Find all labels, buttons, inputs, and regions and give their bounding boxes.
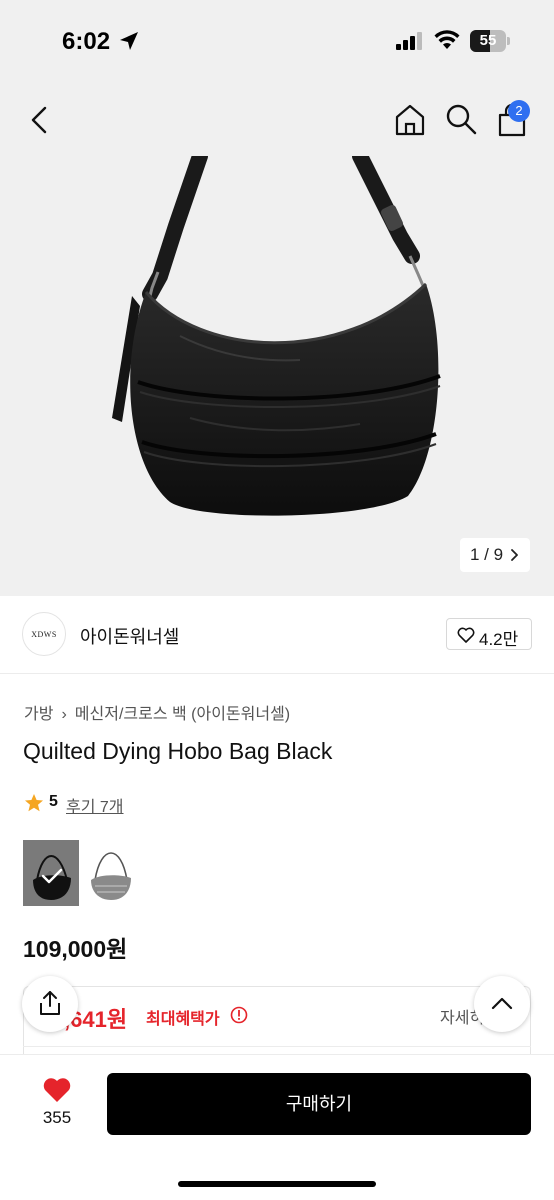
brand-like-button[interactable]: 4.2만 [446, 618, 532, 650]
wifi-icon [434, 30, 460, 49]
cart-count-badge: 2 [508, 100, 530, 122]
location-arrow-icon [120, 32, 138, 50]
color-option-gray[interactable] [83, 840, 139, 906]
brand-name[interactable]: 아이돈워너셀 [80, 623, 179, 649]
chevron-right-icon: › [61, 706, 67, 723]
wish-count: 355 [42, 1108, 72, 1127]
top-nav [0, 84, 554, 156]
product-title: Quilted Dying Hobo Bag Black [23, 738, 333, 764]
share-icon [40, 991, 60, 1015]
chevron-right-icon [511, 549, 518, 561]
battery-text: 55 [479, 32, 497, 49]
heart-outline-icon [457, 627, 475, 643]
gallery-page-indicator[interactable]: 1 / 9 [460, 538, 530, 572]
scroll-to-top-button[interactable] [474, 976, 530, 1032]
breadcrumb-category[interactable]: 가방 [24, 706, 53, 723]
battery-icon: 55 [470, 30, 510, 52]
star-icon [25, 794, 43, 812]
rating-score: 5 [49, 793, 58, 810]
status-time: 6:02 [62, 28, 111, 55]
product-photo [112, 156, 441, 516]
gallery-page-text: 1 / 9 [470, 545, 504, 564]
brand-row[interactable]: XDWS 아이돈워너셀 4.2만 [0, 596, 554, 674]
search-icon[interactable] [444, 102, 478, 136]
share-button[interactable] [22, 976, 78, 1032]
breadcrumb: 가방 › 메신저/크로스 백 (아이돈워너셀) [24, 700, 290, 724]
product-image-gallery[interactable] [0, 156, 554, 596]
heart-filled-icon[interactable] [42, 1076, 72, 1103]
buy-button[interactable]: 구매하기 [107, 1073, 531, 1135]
divider [23, 1046, 531, 1047]
home-indicator [178, 1181, 376, 1187]
product-price: 109,000원 [23, 936, 128, 962]
breadcrumb-subcategory[interactable]: 메신저/크로스 백 (아이돈워너셀) [75, 706, 290, 723]
bag-thumbnail-black [23, 840, 79, 906]
chevron-up-icon [491, 997, 513, 1010]
back-chevron-icon[interactable] [24, 104, 56, 136]
home-icon[interactable] [392, 102, 428, 138]
reviews-link[interactable]: 후기 7개 [66, 793, 124, 817]
bag-thumbnail-gray [83, 840, 139, 906]
info-icon[interactable] [230, 1006, 248, 1024]
brand-like-count: 4.2만 [479, 630, 519, 649]
status-bar: 6:02 55 [0, 0, 554, 84]
color-option-black[interactable] [23, 840, 79, 906]
signal-icon [396, 32, 422, 50]
brand-logo[interactable]: XDWS [22, 612, 66, 656]
max-benefit-label: 최대혜택가 [146, 1011, 220, 1028]
